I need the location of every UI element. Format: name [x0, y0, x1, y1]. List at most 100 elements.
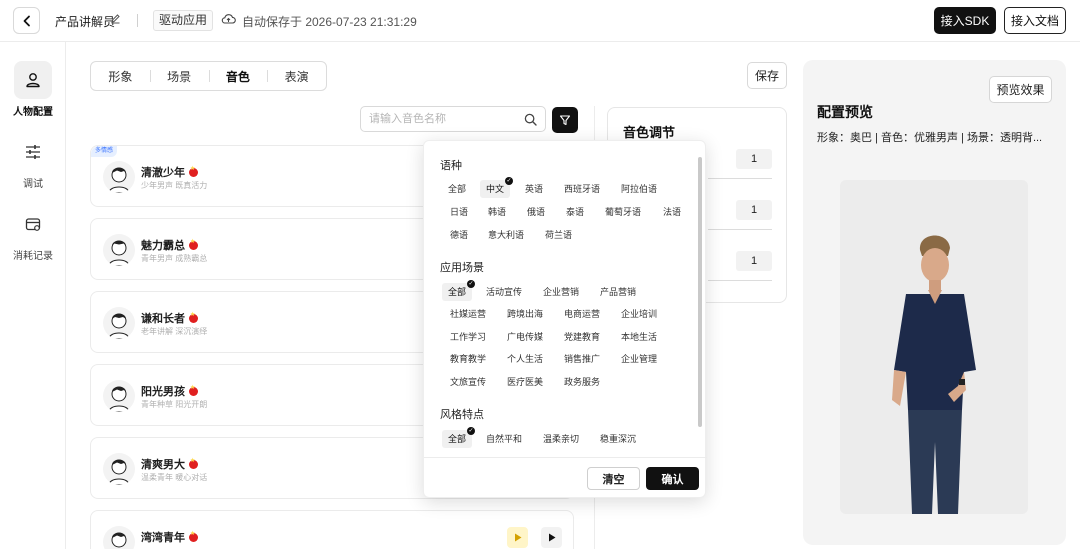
play-button[interactable] [541, 527, 562, 548]
preview-summary: 形象：奥巴 | 音色：优雅男声 | 场景：透明背... [817, 132, 1043, 144]
scene-option[interactable]: 教育教学 [444, 350, 492, 368]
scene-option[interactable]: 电商运营 [558, 305, 606, 323]
preview-title: 配置预览 [817, 104, 873, 120]
config-preview-panel: 预览效果 配置预览 形象：奥巴 | 音色：优雅男声 | 场景：透明背... [803, 60, 1066, 545]
scene-option[interactable]: 本地生活 [615, 328, 663, 346]
voice-name: 清澈少年 [141, 164, 198, 180]
scene-option[interactable]: 企业营销 [537, 283, 585, 301]
voice-name: 魅力霸总 [141, 237, 198, 253]
language-option[interactable]: 意大利语 [482, 226, 530, 244]
voice-card[interactable]: 湾湾青年 [90, 510, 574, 549]
preview-effect-button[interactable]: 预览效果 [989, 76, 1052, 103]
tone-value-field[interactable]: 1 [736, 149, 772, 169]
play-icon [514, 533, 521, 542]
sdk-button[interactable]: 接入SDK [934, 7, 996, 34]
popover-scrollbar[interactable] [698, 157, 702, 427]
sidebar-item-usage-records[interactable]: 消耗记录 [0, 205, 66, 262]
cloud-icon [221, 13, 236, 28]
language-option[interactable]: 俄语 [521, 203, 551, 221]
play-icon [548, 533, 555, 542]
scene-option[interactable]: 医疗医美 [501, 373, 549, 391]
style-option[interactable]: 温柔亲切 [537, 430, 585, 448]
filter-button[interactable] [552, 107, 578, 133]
config-tabs: 形象 场景 音色 表演 [90, 61, 327, 91]
voice-search-input[interactable] [369, 111, 519, 127]
language-option[interactable]: 韩语 [482, 203, 512, 221]
back-button[interactable] [13, 7, 40, 34]
drive-app-tag[interactable]: 驱动应用 [153, 10, 214, 31]
scene-option[interactable]: 个人生活 [501, 350, 549, 368]
style-option[interactable]: 稳重深沉 [594, 430, 642, 448]
scene-option[interactable]: 工作学习 [444, 328, 492, 346]
language-option[interactable]: 日语 [444, 203, 474, 221]
scene-option[interactable]: 企业管理 [615, 350, 663, 368]
language-option[interactable]: 全部 [442, 180, 472, 198]
voice-description: 温柔青年 暖心对话 [141, 473, 208, 482]
check-icon: ✓ [467, 280, 476, 288]
voice-description: 老年讲解 深沉演绎 [141, 327, 208, 336]
language-option-selected[interactable]: 中文 ✓ [480, 177, 514, 198]
scene-option[interactable]: 跨境出海 [501, 305, 549, 323]
avatar-preview-image [840, 180, 1028, 514]
voice-name: 阳光男孩 [141, 383, 198, 399]
china-flag-icon [189, 311, 198, 323]
edit-icon[interactable] [110, 13, 121, 27]
multi-emotion-badge: 多情感 [91, 146, 118, 157]
save-button[interactable]: 保存 [747, 62, 787, 89]
voice-description: 青年种草 阳光开朗 [141, 400, 208, 409]
sidebar-item-debug[interactable]: 调试 [0, 133, 66, 190]
voice-description: 青年男声 成熟霸总 [141, 254, 208, 263]
language-option[interactable]: 法语 [657, 203, 687, 221]
scene-option[interactable]: 销售推广 [558, 350, 606, 368]
tab-voice[interactable]: 音色 [208, 68, 268, 85]
sidebar-item-label: 调试 [23, 179, 43, 190]
doc-button[interactable]: 接入文档 [1004, 7, 1066, 34]
tone-slider[interactable] [708, 280, 772, 281]
avatar [103, 526, 135, 549]
language-option[interactable]: 葡萄牙语 [599, 203, 647, 221]
language-option[interactable]: 荷兰语 [539, 226, 578, 244]
tone-value-field[interactable]: 1 [736, 200, 772, 220]
avatar [103, 453, 135, 485]
language-option[interactable]: 泰语 [560, 203, 590, 221]
tone-slider[interactable] [708, 178, 772, 179]
scene-option[interactable]: 企业培训 [615, 305, 663, 323]
top-bar: 产品讲解员 驱动应用 自动保存于 2026-07-23 21:31:29 接入S… [0, 0, 1080, 42]
chevron-left-icon [23, 15, 30, 26]
style-option-selected[interactable]: 全部 ✓ [442, 427, 476, 448]
scene-option[interactable]: 党建教育 [558, 328, 606, 346]
avatar [103, 234, 135, 266]
avatar [103, 380, 135, 412]
voice-search-box [360, 106, 546, 132]
tone-slider[interactable] [708, 229, 772, 230]
language-option[interactable]: 阿拉伯语 [615, 180, 663, 198]
check-icon: ✓ [467, 427, 476, 435]
avatar [103, 161, 135, 193]
china-flag-icon [189, 238, 198, 250]
scene-option[interactable]: 广电传媒 [501, 328, 549, 346]
project-name: 产品讲解员 [55, 15, 116, 29]
preview-play-button[interactable] [507, 527, 528, 548]
language-option[interactable]: 英语 [519, 180, 549, 198]
scene-option-selected[interactable]: 全部 ✓ [442, 280, 476, 301]
scene-option[interactable]: 活动宣传 [480, 283, 528, 301]
tone-value-field[interactable]: 1 [736, 251, 772, 271]
clear-button[interactable]: 清空 [587, 467, 640, 490]
scene-option[interactable]: 社媒运营 [444, 305, 492, 323]
tab-appearance[interactable]: 形象 [91, 68, 150, 85]
language-option[interactable]: 德语 [444, 226, 474, 244]
scene-option[interactable]: 产品营销 [594, 283, 642, 301]
style-option[interactable]: 自然平和 [480, 430, 528, 448]
tab-scene[interactable]: 场景 [149, 68, 209, 85]
search-icon[interactable] [524, 113, 537, 129]
china-flag-icon [189, 165, 198, 177]
language-option[interactable]: 西班牙语 [558, 180, 606, 198]
tab-performance[interactable]: 表演 [267, 68, 326, 85]
voice-name: 谦和长者 [141, 310, 198, 326]
scene-option[interactable]: 政务服务 [558, 373, 606, 391]
china-flag-icon [189, 457, 198, 469]
sidebar-item-character-config[interactable]: 人物配置 [0, 61, 66, 118]
china-flag-icon [189, 384, 198, 396]
confirm-button[interactable]: 确认 [646, 467, 699, 490]
scene-option[interactable]: 文旅宣传 [444, 373, 492, 391]
